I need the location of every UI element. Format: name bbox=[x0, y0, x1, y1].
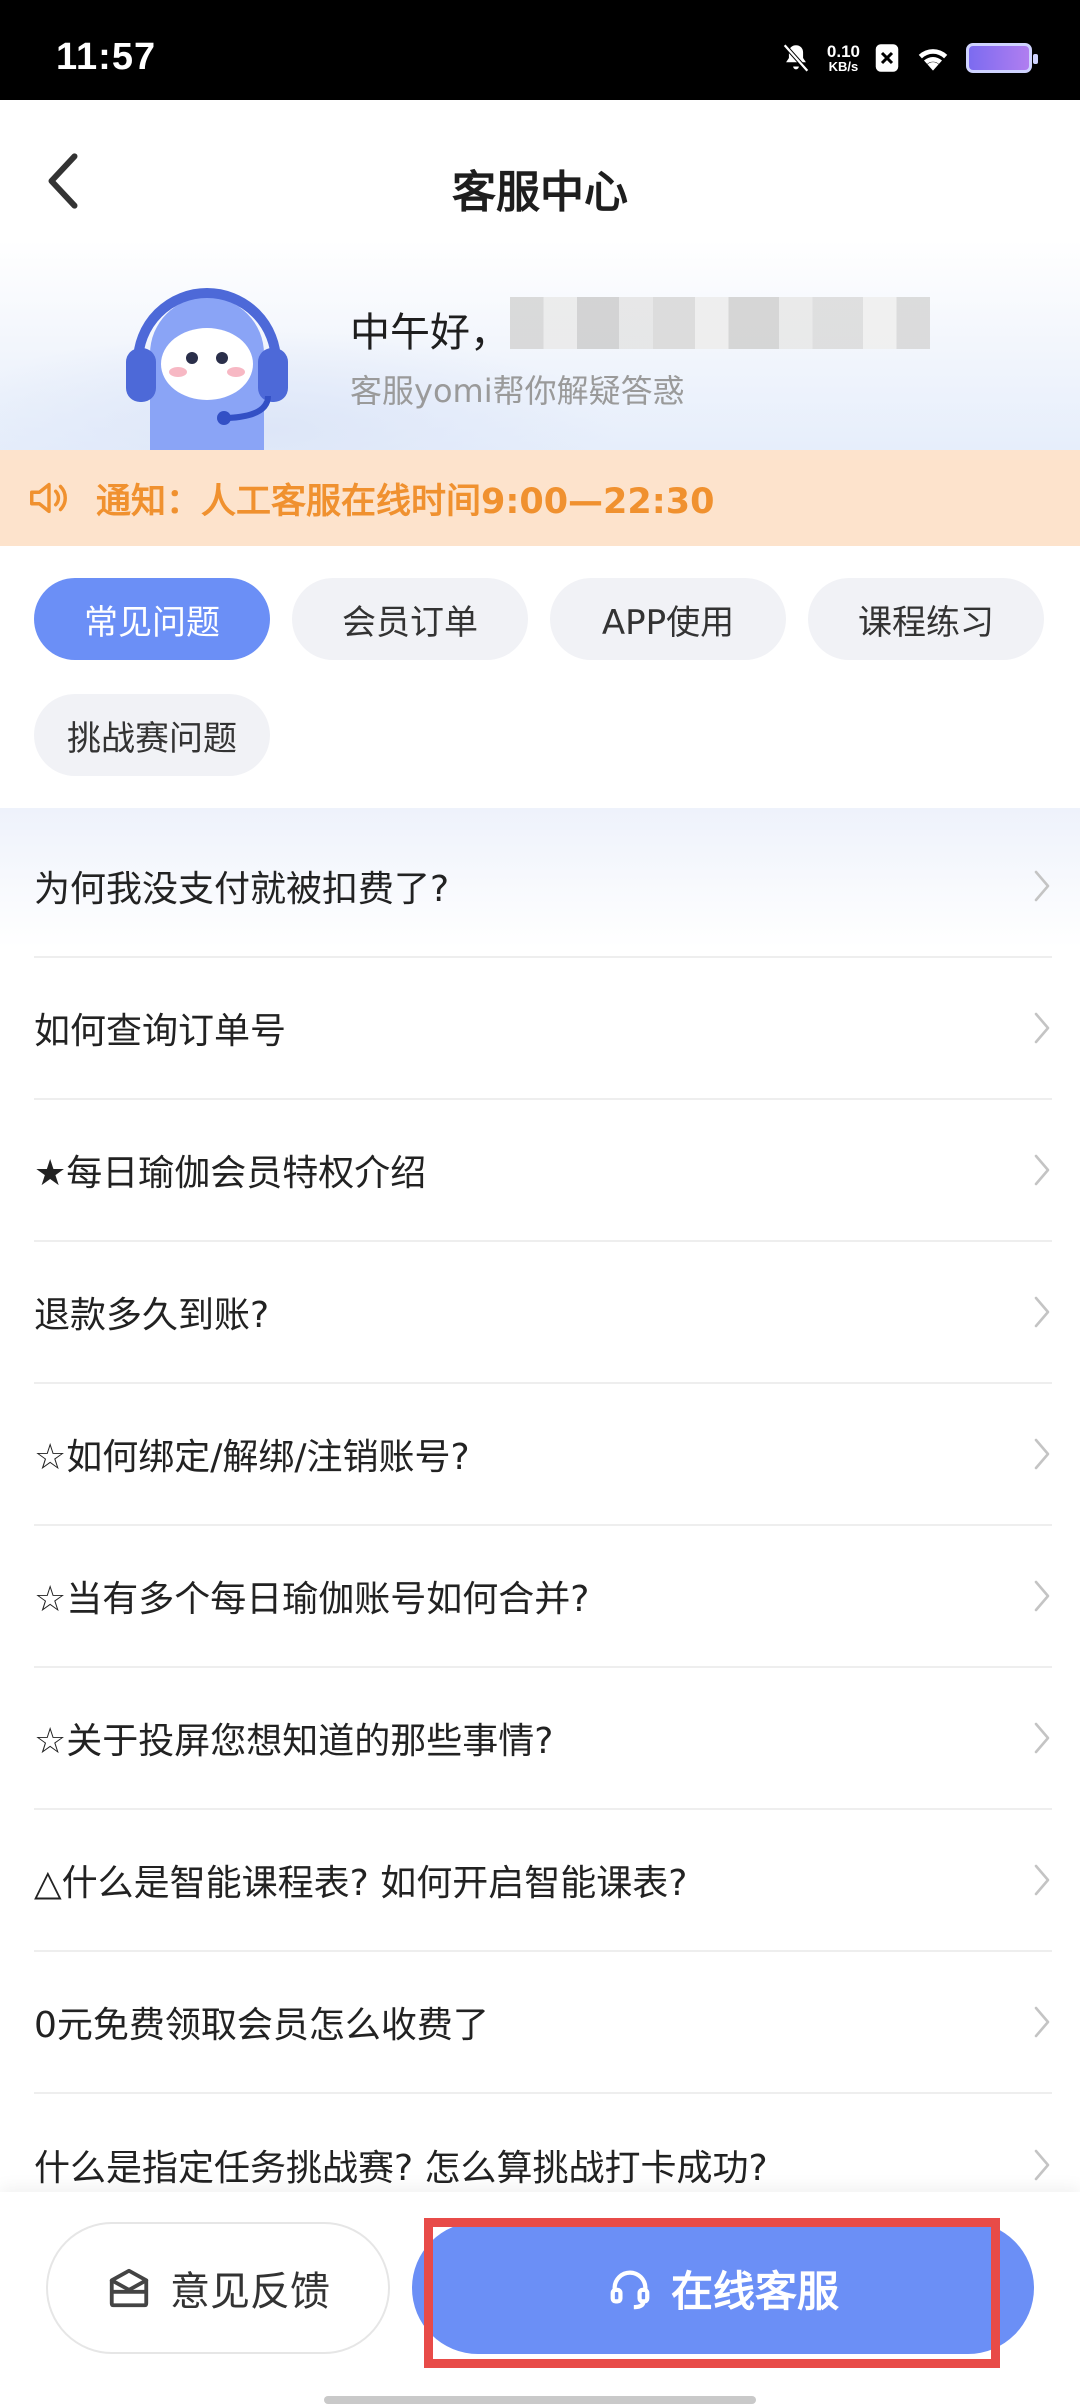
mute-bell-icon bbox=[782, 43, 809, 73]
top-nav: 客服中心 bbox=[0, 100, 1080, 260]
chevron-right-icon bbox=[1034, 2149, 1050, 2181]
network-speed-value: 0.10 bbox=[826, 41, 860, 61]
status-bar: 11:57 0.10 KB/s bbox=[0, 0, 1080, 100]
blurred-username bbox=[510, 297, 930, 349]
bottom-action-bar: 意见反馈 在线客服 bbox=[0, 2192, 1080, 2408]
faq-question: ☆关于投屏您想知道的那些事情? bbox=[34, 1721, 554, 1762]
chevron-right-icon bbox=[1034, 1722, 1050, 1754]
home-indicator[interactable] bbox=[324, 2396, 756, 2404]
faq-question: 什么是指定任务挑战赛? 怎么算挑战打卡成功? bbox=[34, 2148, 768, 2189]
tab-member-orders[interactable]: 会员订单 bbox=[292, 578, 528, 660]
faq-question: 退款多久到账? bbox=[34, 1295, 270, 1336]
greeting-text: 中午好， bbox=[350, 310, 510, 356]
online-service-label: 在线客服 bbox=[670, 2266, 839, 2316]
faq-question: ★每日瑜伽会员特权介绍 bbox=[34, 1153, 427, 1194]
speaker-icon bbox=[30, 482, 67, 514]
faq-list: 为何我没支付就被扣费了? 如何查询订单号 ★每日瑜伽会员特权介绍 退款多久到账?… bbox=[34, 816, 1052, 2236]
chevron-right-icon bbox=[1034, 2006, 1050, 2038]
faq-item[interactable]: ★每日瑜伽会员特权介绍 bbox=[34, 1100, 1052, 1242]
faq-item[interactable]: 为何我没支付就被扣费了? bbox=[34, 816, 1052, 958]
faq-question: 如何查询订单号 bbox=[34, 1011, 287, 1052]
faq-question: ☆当有多个每日瑜伽账号如何合并? bbox=[34, 1579, 590, 1620]
notice-text: 通知：人工客服在线时间9:00—22:30 bbox=[96, 481, 715, 522]
customer-service-page: 11:57 0.10 KB/s 客服中心 中午好， 客服yomi帮你解疑答惑 通… bbox=[0, 0, 1080, 2408]
wifi-icon bbox=[918, 49, 948, 71]
chevron-right-icon bbox=[1034, 870, 1050, 902]
faq-item[interactable]: 0元免费领取会员怎么收费了 bbox=[34, 1952, 1052, 2094]
feedback-button[interactable]: 意见反馈 bbox=[46, 2222, 390, 2354]
headset-icon bbox=[610, 2270, 650, 2310]
online-service-button[interactable]: 在线客服 bbox=[412, 2222, 1034, 2354]
greeting-banner: 中午好， 客服yomi帮你解疑答惑 bbox=[0, 240, 1080, 450]
banner-subtitle: 客服yomi帮你解疑答惑 bbox=[350, 372, 685, 410]
status-icons: 0.10 KB/s bbox=[779, 38, 1038, 78]
chevron-right-icon bbox=[1034, 1864, 1050, 1896]
tab-common-questions[interactable]: 常见问题 bbox=[34, 578, 270, 660]
faq-item[interactable]: ☆当有多个每日瑜伽账号如何合并? bbox=[34, 1526, 1052, 1668]
chevron-right-icon bbox=[1034, 1296, 1050, 1328]
tab-challenge-questions[interactable]: 挑战赛问题 bbox=[34, 694, 270, 776]
faq-item[interactable]: 如何查询订单号 bbox=[34, 958, 1052, 1100]
faq-question: 为何我没支付就被扣费了? bbox=[34, 869, 450, 910]
sim-icon bbox=[875, 44, 899, 72]
faq-item[interactable]: 退款多久到账? bbox=[34, 1242, 1052, 1384]
mascot-headset-avatar bbox=[126, 288, 288, 450]
tab-course-practice[interactable]: 课程练习 bbox=[808, 578, 1044, 660]
faq-question: △什么是智能课程表? 如何开启智能课表? bbox=[34, 1863, 688, 1904]
tab-app-usage[interactable]: APP使用 bbox=[550, 578, 786, 660]
network-speed: 0.10 KB/s bbox=[827, 43, 860, 74]
faq-question: 0元免费领取会员怎么收费了 bbox=[34, 2005, 489, 2046]
chevron-right-icon bbox=[1034, 1580, 1050, 1612]
notice-bar: 通知：人工客服在线时间9:00—22:30 bbox=[0, 450, 1080, 546]
feedback-label: 意见反馈 bbox=[170, 2269, 330, 2315]
faq-item[interactable]: ☆如何绑定/解绑/注销账号? bbox=[34, 1384, 1052, 1526]
chevron-right-icon bbox=[1034, 1012, 1050, 1044]
faq-item[interactable]: ☆关于投屏您想知道的那些事情? bbox=[34, 1668, 1052, 1810]
faq-item[interactable]: △什么是智能课程表? 如何开启智能课表? bbox=[34, 1810, 1052, 1952]
faq-question: ☆如何绑定/解绑/注销账号? bbox=[34, 1437, 470, 1478]
status-time: 11:57 bbox=[56, 36, 157, 78]
network-speed-unit: KB/s bbox=[828, 58, 859, 74]
page-title: 客服中心 bbox=[452, 167, 628, 218]
mail-icon bbox=[109, 2268, 149, 2308]
chevron-right-icon bbox=[1034, 1438, 1050, 1470]
battery-icon bbox=[966, 43, 1038, 73]
chevron-right-icon bbox=[1034, 1154, 1050, 1186]
